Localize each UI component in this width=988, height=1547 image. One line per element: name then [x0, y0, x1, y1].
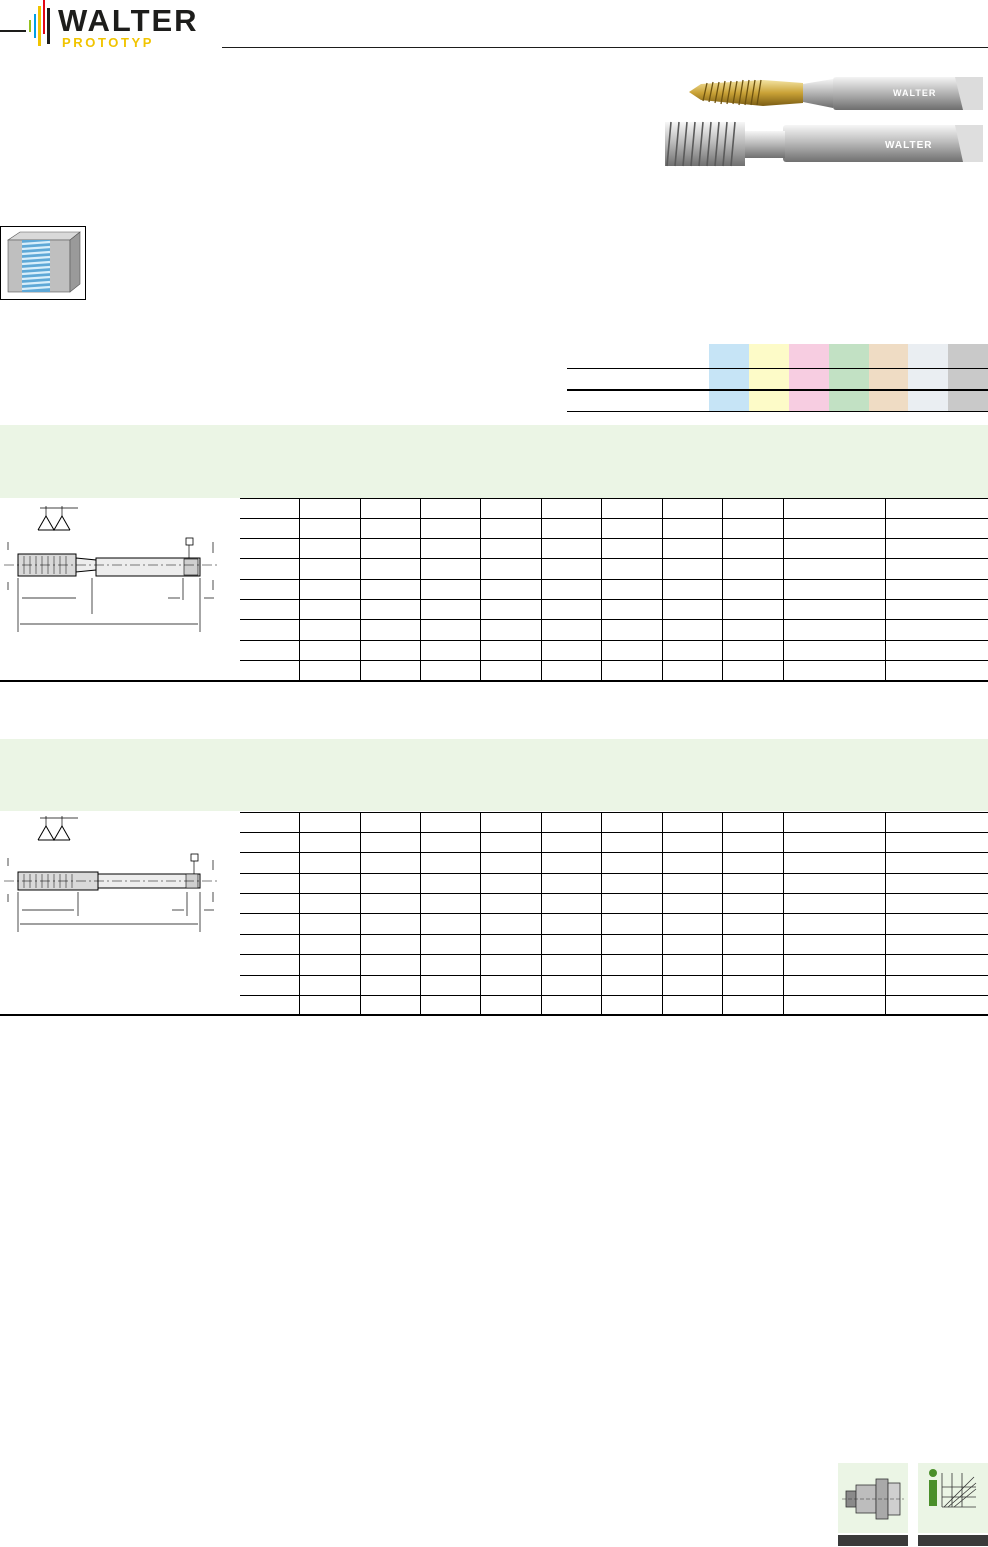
table-column-divider	[420, 812, 421, 1015]
table-row	[240, 995, 988, 996]
tap-dimension-drawing-2	[4, 816, 220, 932]
table-column-divider	[722, 812, 723, 1015]
tool-holder-icon-bar	[838, 1535, 908, 1546]
tool-holder-icon	[842, 1478, 904, 1520]
table-column-divider	[601, 498, 602, 680]
table-row	[240, 832, 988, 833]
table-column-divider	[783, 498, 784, 680]
section-2-header-band	[0, 739, 988, 811]
table-column-divider	[299, 498, 300, 680]
walter-prototyp-logo: WALTER PROTOTYP	[0, 0, 210, 50]
table-column-divider	[541, 812, 542, 1015]
header-rule	[222, 47, 988, 48]
section-1-data-table	[240, 498, 988, 680]
table-column-divider	[885, 498, 886, 680]
material-table-rule	[567, 411, 988, 412]
section-1-header-band	[0, 425, 988, 498]
info-diagram-icon-box	[918, 1463, 988, 1533]
table-row	[240, 873, 988, 874]
tap-dimension-drawing-1	[4, 506, 220, 632]
table-column-divider	[360, 498, 361, 680]
svg-text:WALTER: WALTER	[893, 88, 936, 98]
material-col-m	[749, 344, 789, 412]
info-diagram-link[interactable]	[918, 1463, 988, 1546]
material-col-o	[948, 344, 988, 412]
table-row	[240, 518, 988, 519]
logo-wordmark: WALTER	[58, 3, 199, 38]
section-1-bottom-rule	[0, 680, 988, 682]
tool-holder-link[interactable]	[838, 1463, 908, 1546]
material-col-s	[869, 344, 909, 412]
material-table-rule	[567, 368, 988, 369]
table-column-divider	[601, 812, 602, 1015]
info-diagram-icon	[929, 1469, 977, 1508]
table-row	[240, 619, 988, 620]
svg-text:WALTER: WALTER	[885, 140, 932, 151]
table-row	[240, 538, 988, 539]
table-column-divider	[662, 498, 663, 680]
logo-subtitle: PROTOTYP	[62, 35, 155, 50]
table-row	[240, 934, 988, 935]
table-column-divider	[662, 812, 663, 1015]
material-group-table	[567, 344, 988, 412]
tap-tool-silver-image: WALTER	[665, 121, 983, 167]
material-col-h	[908, 344, 948, 412]
logo-bars-icon	[0, 0, 50, 46]
table-column-divider	[541, 498, 542, 680]
material-col-k	[789, 344, 829, 412]
info-diagram-icon-bar	[918, 1535, 988, 1546]
table-row	[240, 913, 988, 914]
tap-tool-gold-image: WALTER	[689, 77, 983, 110]
section-2-bottom-rule	[0, 1014, 988, 1016]
table-column-divider	[783, 812, 784, 1015]
table-row	[240, 498, 988, 499]
table-column-divider	[420, 498, 421, 680]
table-row	[240, 660, 988, 661]
table-column-divider	[480, 498, 481, 680]
table-row	[240, 558, 988, 559]
material-table-rule	[567, 389, 988, 391]
table-row	[240, 954, 988, 955]
table-row	[240, 975, 988, 976]
internal-thread-hole-icon	[0, 226, 86, 300]
table-row	[240, 579, 988, 580]
material-col-n	[829, 344, 869, 412]
table-column-divider	[885, 812, 886, 1015]
table-column-divider	[299, 812, 300, 1015]
table-row	[240, 852, 988, 853]
section-2-data-table	[240, 812, 988, 1015]
table-column-divider	[360, 812, 361, 1015]
tool-holder-icon-box	[838, 1463, 908, 1533]
table-column-divider	[480, 812, 481, 1015]
table-row	[240, 893, 988, 894]
table-row	[240, 640, 988, 641]
table-row	[240, 812, 988, 813]
material-col-p	[709, 344, 749, 412]
table-column-divider	[722, 498, 723, 680]
table-row	[240, 599, 988, 600]
